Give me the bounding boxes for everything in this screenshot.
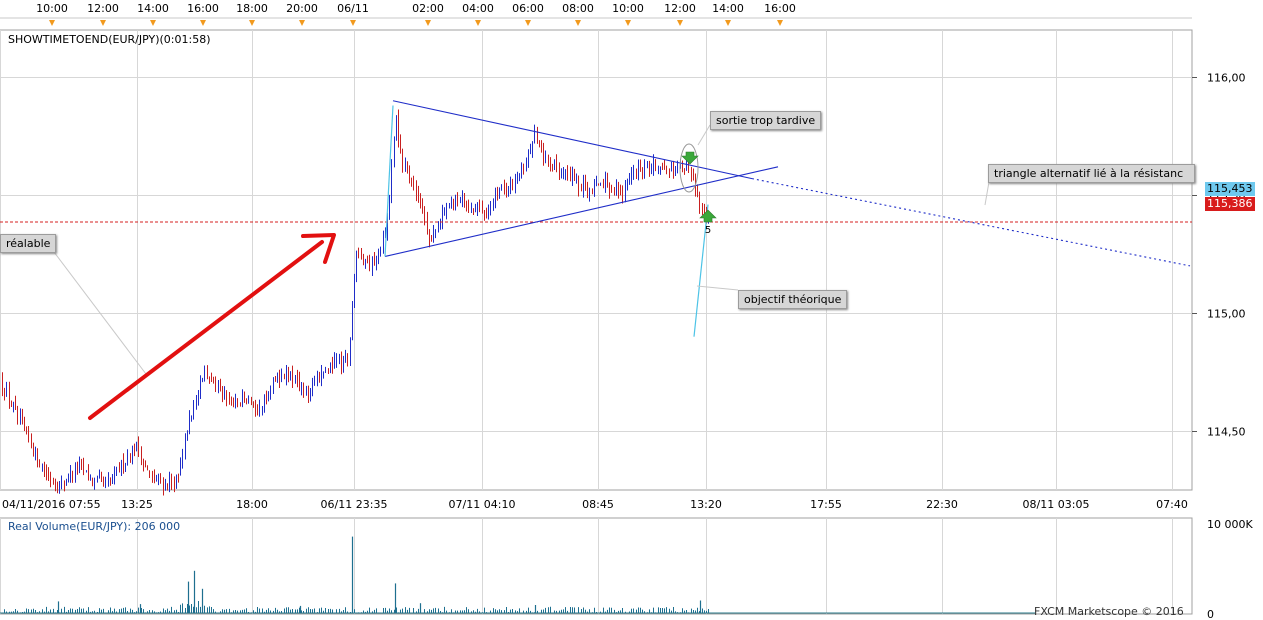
top-time-label: 06/11 [337,2,369,15]
x-tick-label: 08:45 [582,498,614,511]
price-panel [0,29,1193,491]
top-time-label: 06:00 [512,2,544,15]
annotation-prealable[interactable]: réalable [0,234,57,253]
x-tick-label: 13:20 [690,498,722,511]
x-tick-label: 06/11 23:35 [321,498,388,511]
x-tick-label: 08/11 03:05 [1023,498,1090,511]
x-tick-label: 18:00 [236,498,268,511]
x-tick-label: 07:40 [1156,498,1188,511]
red-line-price-tag: 115,386 [1205,197,1255,211]
x-tick-label: 22:30 [926,498,958,511]
y-tick-label: 114,50 [1207,426,1246,439]
top-time-label: 12:00 [664,2,696,15]
x-tick-label: 04/11/2016 07:55 [2,498,101,511]
top-time-label: 14:00 [712,2,744,15]
top-time-label: 02:00 [412,2,444,15]
top-time-label: 18:00 [236,2,268,15]
x-tick-label: 17:55 [810,498,842,511]
top-time-label: 16:00 [187,2,219,15]
price-chart[interactable]: 5 04/11/2016 07:55 13:25 18:00 06/11 23:35 0… [0,0,1263,620]
current-price-tag: 115,453 [1205,182,1255,196]
y-tick-label: 115,00 [1207,308,1246,321]
marker-label: 5 [705,225,711,236]
watermark: FXCM Marketscope © 2016 [1034,605,1184,618]
annotation-objectif[interactable]: objectif théorique [738,290,848,309]
symbol-label: SHOWTIMETOEND(EUR/JPY)(0:01:58) [8,33,211,46]
top-time-label: 16:00 [764,2,796,15]
x-tick-label: 13:25 [121,498,153,511]
top-time-label: 10:00 [612,2,644,15]
x-tick-label: 07/11 04:10 [449,498,516,511]
top-time-label: 08:00 [562,2,594,15]
annotation-sortie[interactable]: sortie trop tardive [710,111,822,130]
top-time-label: 12:00 [87,2,119,15]
volume-tick-label: 0 [1207,608,1214,620]
top-time-label: 20:00 [286,2,318,15]
top-time-label: 04:00 [462,2,494,15]
volume-tick-label: 10 000K [1207,518,1253,531]
annotation-triangle[interactable]: triangle alternatif lié à la résistanc [988,164,1195,183]
volume-label: Real Volume(EUR/JPY): 206 000 [8,520,181,533]
top-time-label: 10:00 [36,2,68,15]
y-tick-label: 116,00 [1207,72,1246,85]
top-time-label: 14:00 [137,2,169,15]
